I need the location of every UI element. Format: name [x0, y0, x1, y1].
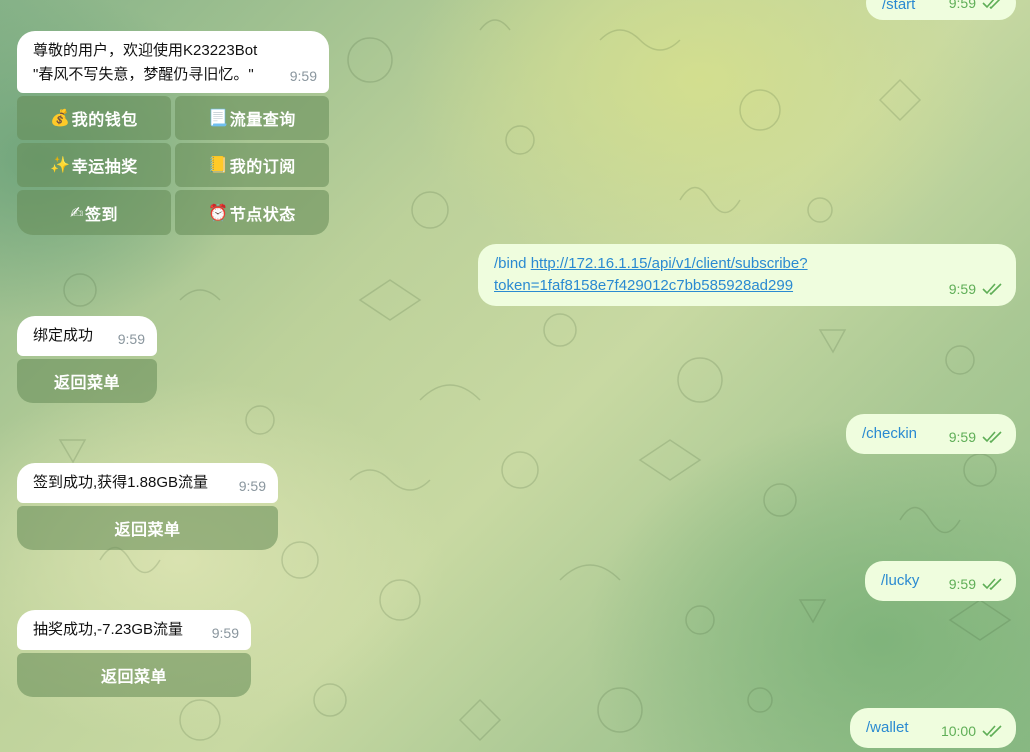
incoming-message-welcome: 尊敬的用户，欢迎使用K23223Bot "春风不写失意，梦醒仍寻旧忆。" 9:5…: [17, 31, 329, 93]
subscribe-url-link-part2[interactable]: token=1faf8158e7f429012c7bb585928ad299: [494, 277, 793, 294]
bind-line-1: /bind http://172.16.1.15/api/v1/client/s…: [494, 253, 808, 275]
outgoing-message-bind: /bind http://172.16.1.15/api/v1/client/s…: [478, 244, 1016, 306]
message-meta: 9:59: [949, 573, 1004, 595]
message-time: 9:59: [948, 281, 976, 297]
welcome-line-2: "春风不写失意，梦醒仍寻旧忆。": [33, 66, 254, 83]
wallet-command-link[interactable]: /wallet: [866, 717, 909, 739]
message-meta: 9:59: [290, 65, 317, 87]
page-icon: 📃: [208, 110, 229, 127]
node-status-button-label: 节点状态: [229, 206, 296, 224]
double-check-icon: [982, 283, 1002, 295]
message-meta: 9:59: [212, 622, 239, 644]
incoming-message-checkin-success: 签到成功,获得1.88GB流量 9:59: [17, 463, 278, 503]
message-time: 9:59: [948, 576, 976, 592]
back-to-menu-button[interactable]: 返回菜单: [17, 653, 251, 697]
back-to-menu-button[interactable]: 返回菜单: [17, 506, 278, 550]
lucky-draw-button-label: 幸运抽奖: [71, 159, 138, 176]
message-meta: 10:00: [941, 720, 1004, 742]
message-meta: 9:59: [949, 426, 1004, 448]
double-check-icon: [982, 578, 1002, 590]
checkin-button[interactable]: ✍ 签到: [17, 190, 171, 235]
lucky-success-text: 抽奖成功,-7.23GB流量: [33, 621, 184, 638]
bind-success-text: 绑定成功: [33, 327, 94, 344]
checkin-command-link[interactable]: /checkin: [862, 423, 917, 445]
traffic-query-button[interactable]: 📃 流量查询: [175, 96, 329, 140]
message-time: 9:59: [289, 68, 317, 84]
message-meta: 9:59: [949, 0, 1004, 14]
writing-hand-icon: ✍: [70, 204, 84, 222]
wallet-button[interactable]: 💰 我的钱包: [17, 96, 171, 140]
notebook-icon: 📒: [208, 157, 229, 174]
my-subscription-button[interactable]: 📒 我的订阅: [175, 143, 329, 187]
double-check-icon: [982, 431, 1002, 443]
money-bag-icon: 💰: [50, 110, 71, 127]
message-time: 9:59: [117, 331, 145, 347]
checkin-button-label: 签到: [84, 206, 118, 224]
wallet-button-label: 我的钱包: [71, 112, 138, 129]
message-meta: 9:59: [118, 328, 145, 350]
message-time: 10:00: [940, 723, 976, 739]
my-subscription-button-label: 我的订阅: [229, 159, 296, 176]
node-status-button[interactable]: ⏰ 节点状态: [175, 190, 329, 235]
lucky-draw-button[interactable]: ✨ 幸运抽奖: [17, 143, 171, 187]
outgoing-message-wallet: /wallet 10:00: [850, 708, 1016, 748]
outgoing-message-start: /start 9:59: [866, 0, 1016, 20]
outgoing-message-checkin: /checkin 9:59: [846, 414, 1016, 454]
back-to-menu-button[interactable]: 返回菜单: [17, 359, 157, 403]
message-time: 9:59: [238, 478, 266, 494]
bind-command-link[interactable]: /bind: [494, 255, 531, 272]
double-check-icon: [982, 725, 1002, 737]
incoming-message-lucky-success: 抽奖成功,-7.23GB流量 9:59: [17, 610, 251, 650]
checkin-success-text: 签到成功,获得1.88GB流量: [33, 474, 209, 491]
message-meta: 9:59: [239, 475, 266, 497]
subscribe-url-link-part1[interactable]: http://172.16.1.15/api/v1/client/subscri…: [531, 255, 808, 272]
outgoing-message-lucky: /lucky 9:59: [865, 561, 1016, 601]
lucky-command-link[interactable]: /lucky: [881, 570, 919, 592]
traffic-query-button-label: 流量查询: [229, 112, 296, 129]
message-meta: 9:59: [949, 278, 1004, 300]
message-time: 9:59: [211, 625, 239, 641]
message-time: 9:59: [948, 429, 976, 445]
welcome-line-1: 尊敬的用户，欢迎使用K23223Bot: [33, 42, 258, 59]
alarm-clock-icon: ⏰: [208, 204, 229, 222]
start-command-link[interactable]: /start: [882, 0, 915, 16]
sparkles-icon: ✨: [50, 157, 71, 174]
bind-line-2: token=1faf8158e7f429012c7bb585928ad299: [494, 275, 793, 297]
message-time: 9:59: [948, 0, 976, 11]
double-check-icon: [982, 0, 1001, 9]
incoming-message-bind-success: 绑定成功 9:59: [17, 316, 157, 356]
